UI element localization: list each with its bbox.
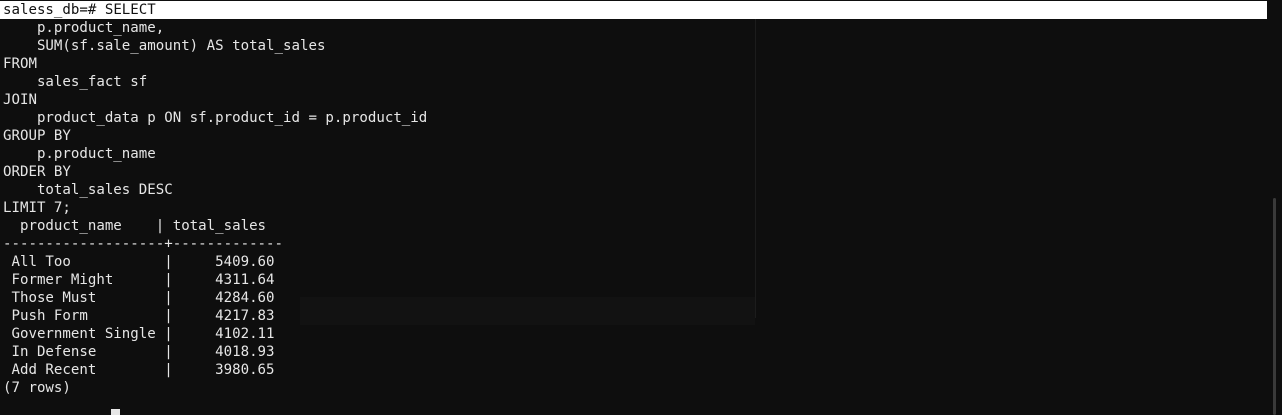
query-line: p.product_name,	[3, 20, 165, 36]
table-row: Those Must | 4284.60	[3, 290, 275, 306]
query-line: LIMIT 7;	[3, 200, 71, 216]
query-line: GROUP BY	[3, 128, 71, 144]
text-cursor	[111, 409, 120, 415]
result-header: product_name | total_sales	[3, 218, 275, 234]
query-line: ORDER BY	[3, 164, 71, 180]
result-separator: -------------------+-------------	[3, 236, 284, 252]
prompt-line[interactable]: saless_db=# SELECT	[0, 1, 1267, 19]
table-row: Former Might | 4311.64	[3, 272, 275, 288]
query-line: SUM(sf.sale_amount) AS total_sales	[3, 38, 326, 54]
query-line: sales_fact sf	[3, 74, 148, 90]
query-line: total_sales DESC	[3, 182, 173, 198]
query-line: JOIN	[3, 92, 37, 108]
query-line: product_data p ON sf.product_id = p.prod…	[3, 110, 428, 126]
row-count-footer: (7 rows)	[3, 380, 71, 396]
terminal-output: saless_db=# SELECT p.product_name, SUM(s…	[0, 1, 1273, 397]
query-line: p.product_name	[3, 146, 156, 162]
table-row: Add Recent | 3980.65	[3, 362, 275, 378]
scrollbar[interactable]	[1273, 198, 1276, 415]
table-row: In Defense | 4018.93	[3, 344, 275, 360]
query-line: FROM	[3, 56, 37, 72]
terminal-window[interactable]: saless_db=# SELECT p.product_name, SUM(s…	[0, 0, 1282, 415]
db-prompt: saless_db=#	[3, 2, 97, 18]
table-row: Push Form | 4217.83	[3, 308, 275, 324]
command-text: SELECT	[96, 2, 156, 18]
table-row: All Too | 5409.60	[3, 254, 275, 270]
table-row: Government Single | 4102.11	[3, 326, 275, 342]
